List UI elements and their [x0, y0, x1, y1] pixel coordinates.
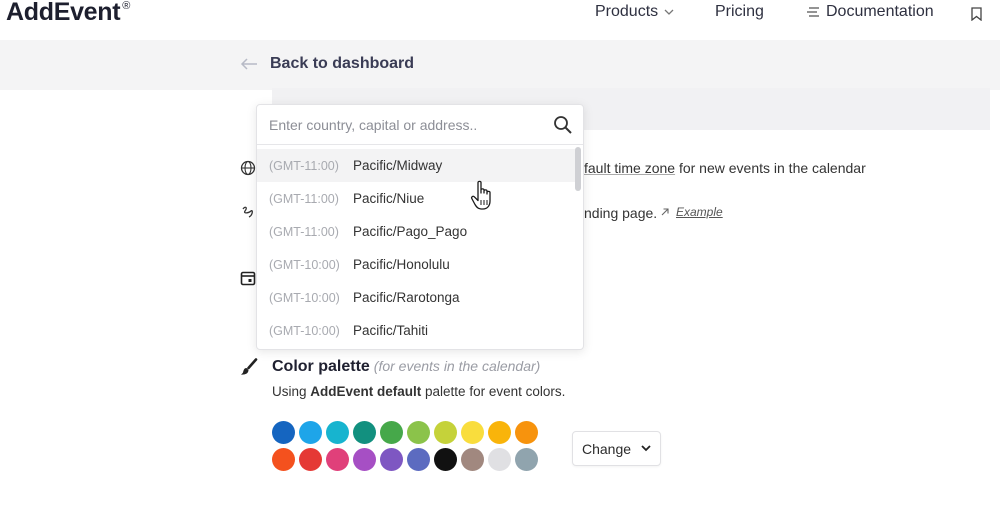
nav-documentation[interactable]: Documentation	[806, 3, 934, 21]
timezone-offset: (GMT-11:00)	[269, 224, 339, 239]
nav-pricing[interactable]: Pricing	[715, 3, 764, 21]
timezone-offset: (GMT-10:00)	[269, 323, 340, 338]
timezone-dropdown: (GMT-11:00) Pacific/Midway (GMT-11:00) P…	[256, 104, 584, 350]
change-label: Change	[581, 440, 632, 457]
timezone-name: Pacific/Tahiti	[353, 323, 429, 338]
docs-lines-icon	[807, 7, 819, 17]
color-palette-title: Color palette	[272, 358, 370, 375]
color-swatch	[272, 448, 295, 471]
color-swatch	[299, 421, 322, 444]
arrow-left-icon	[240, 58, 257, 70]
bookmark-icon	[971, 7, 982, 21]
chevron-down-icon	[641, 445, 651, 452]
timezone-offset: (GMT-11:00)	[269, 191, 339, 206]
timezone-search-bar	[257, 105, 583, 145]
timezone-option[interactable]: (GMT-10:00) Pacific/Honolulu	[257, 248, 575, 281]
color-palette-description: Using AddEvent default palette for event…	[272, 384, 565, 399]
color-swatch	[353, 448, 376, 471]
external-arrow-icon	[661, 208, 669, 216]
color-swatch	[461, 421, 484, 444]
timezone-option[interactable]: (GMT-11:00) Pacific/Niue	[257, 182, 575, 215]
color-swatch	[299, 448, 322, 471]
change-palette-button[interactable]: Change	[572, 431, 661, 466]
brush-icon	[241, 358, 258, 375]
nav-bookmark[interactable]	[971, 7, 982, 21]
timezone-option[interactable]: (GMT-11:00) Pacific/Midway	[257, 149, 575, 182]
nav-documentation-label: Documentation	[826, 3, 934, 20]
color-swatch	[326, 421, 349, 444]
timezone-setting-link[interactable]: fault time zone	[584, 160, 675, 176]
color-swatch	[461, 448, 484, 471]
cp-desc-post: palette for event colors.	[421, 384, 566, 399]
nav-products-label: Products	[595, 3, 659, 20]
color-swatch	[488, 448, 511, 471]
color-palette-subtitle: (for events in the calendar)	[373, 358, 541, 374]
cp-desc-pre: Using	[272, 384, 311, 399]
color-swatch	[272, 421, 295, 444]
timezone-name: Pacific/Pago_Pago	[353, 224, 468, 239]
timezone-list: (GMT-11:00) Pacific/Midway (GMT-11:00) P…	[257, 149, 575, 347]
top-nav: AddEvent ® Products Pricing Documentation	[0, 0, 1000, 40]
color-swatch	[434, 448, 457, 471]
timezone-name: Pacific/Honolulu	[353, 257, 450, 272]
color-swatch	[353, 421, 376, 444]
example-label: Example	[676, 205, 723, 219]
timezone-setting-rest: for new events in the calendar	[675, 160, 866, 176]
globe-icon	[240, 160, 256, 176]
cp-desc-bold: AddEvent default	[310, 384, 422, 399]
timezone-option[interactable]: (GMT-11:00) Pacific/Pago_Pago	[257, 215, 575, 248]
color-swatch	[515, 421, 538, 444]
color-swatch-grid	[272, 421, 544, 472]
timezone-setting-text: fault time zone for new events in the ca…	[584, 160, 866, 176]
color-palette-heading: Color palette (for events in the calendar…	[272, 358, 540, 376]
nav-pricing-label: Pricing	[715, 3, 764, 20]
color-swatch	[326, 448, 349, 471]
brand-name: AddEvent	[6, 0, 121, 26]
timezone-name: Pacific/Rarotonga	[353, 290, 460, 305]
timezone-search-input[interactable]	[269, 114, 539, 136]
timezone-option[interactable]: (GMT-10:00) Pacific/Rarotonga	[257, 281, 575, 314]
timezone-offset: (GMT-10:00)	[269, 290, 340, 305]
color-swatch	[380, 448, 403, 471]
color-swatch	[515, 448, 538, 471]
timezone-offset: (GMT-11:00)	[269, 158, 339, 173]
back-label: Back to dashboard	[270, 55, 415, 72]
search-icon[interactable]	[553, 115, 573, 135]
color-swatch	[380, 421, 403, 444]
back-bar	[0, 40, 1000, 90]
dropdown-scrollbar[interactable]	[575, 147, 581, 191]
back-to-dashboard-link[interactable]: Back to dashboard	[240, 55, 414, 73]
timezone-name: Pacific/Niue	[353, 191, 425, 206]
color-swatch	[407, 448, 430, 471]
nav-products[interactable]: Products	[595, 3, 674, 21]
chevron-down-icon	[664, 9, 674, 15]
timezone-option[interactable]: (GMT-10:00) Pacific/Tahiti	[257, 314, 575, 347]
registered-mark: ®	[122, 0, 131, 12]
hand-cursor-icon	[470, 180, 491, 210]
calendar-icon	[240, 271, 256, 286]
color-swatch	[407, 421, 430, 444]
color-swatch	[488, 421, 511, 444]
landing-page-text: nding page.	[584, 205, 658, 221]
brand-logo[interactable]: AddEvent ®	[6, 0, 130, 27]
timezone-offset: (GMT-10:00)	[269, 257, 340, 272]
scribble-icon	[242, 206, 253, 218]
color-swatch	[434, 421, 457, 444]
timezone-name: Pacific/Midway	[353, 158, 443, 173]
example-link[interactable]: Example	[660, 205, 723, 219]
